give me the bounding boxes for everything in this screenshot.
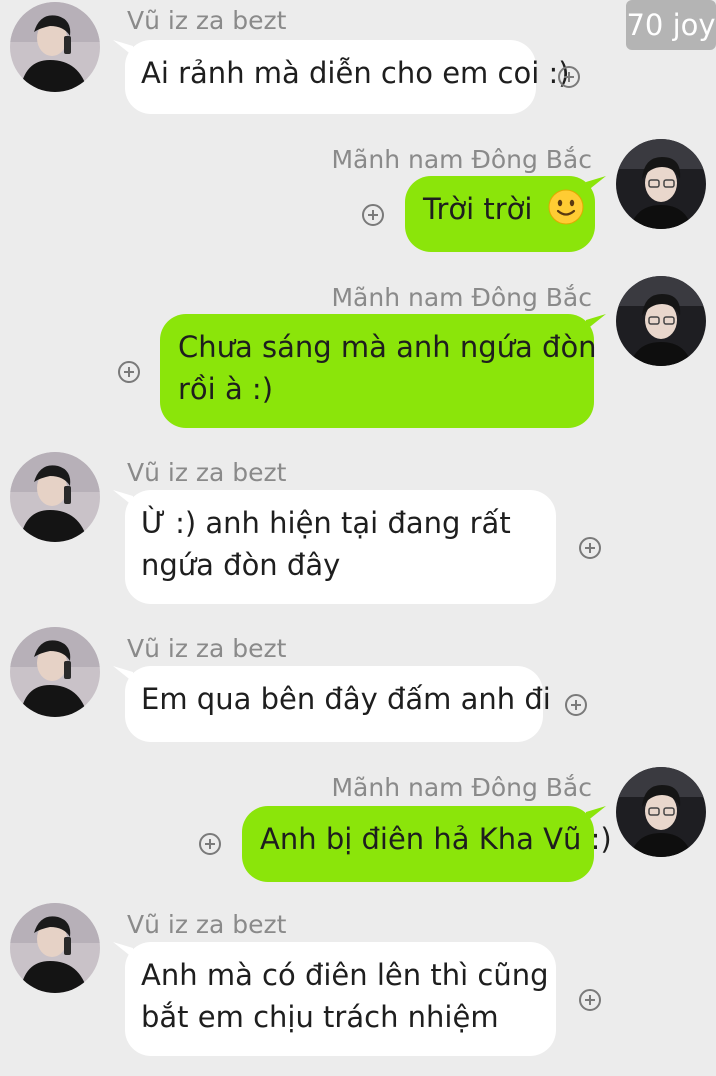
message-bubble[interactable]: Ừ :) anh hiện tại đang rất ngứa đòn đây xyxy=(125,490,556,604)
avatar-manh-nam[interactable] xyxy=(616,767,706,857)
sender-name: Vũ iz za bezt xyxy=(127,6,287,35)
sender-name: Vũ iz za bezt xyxy=(127,910,287,939)
message-text-line: Ừ :) anh hiện tại đang rất xyxy=(141,506,511,540)
avatar-vu[interactable] xyxy=(10,903,100,993)
message-text-line: bắt em chịu trách nhiệm xyxy=(141,1000,499,1034)
message-bubble[interactable]: Ai rảnh mà diễn cho em coi :) xyxy=(125,40,570,114)
add-reaction-icon[interactable] xyxy=(579,989,601,1011)
add-reaction-icon[interactable] xyxy=(362,204,384,226)
avatar-vu[interactable] xyxy=(10,2,100,92)
avatar-vu[interactable] xyxy=(10,452,100,542)
message-text: Trời trời xyxy=(423,192,533,226)
message-text-line: rồi à :) xyxy=(178,372,274,406)
message-text-line: Chưa sáng mà anh ngứa đòn xyxy=(178,330,597,364)
message-bubble[interactable]: Em qua bên đây đấm anh đi xyxy=(125,666,551,742)
add-reaction-icon[interactable] xyxy=(565,694,587,716)
avatar-manh-nam[interactable] xyxy=(616,139,706,229)
message-text: Em qua bên đây đấm anh đi xyxy=(141,682,551,716)
message-bubble[interactable]: Chưa sáng mà anh ngứa đòn rồi à :) xyxy=(160,314,597,428)
sender-name: Vũ iz za bezt xyxy=(127,634,287,663)
watermark-badge: 70 joy xyxy=(626,0,716,50)
sender-name: Mãnh nam Đông Bắc xyxy=(331,145,592,174)
message-text-line: ngứa đòn đây xyxy=(141,548,341,582)
avatar-vu[interactable] xyxy=(10,627,100,717)
add-reaction-icon[interactable] xyxy=(579,537,601,559)
message-bubble[interactable]: Anh mà có điên lên thì cũng bắt em chịu … xyxy=(125,942,556,1056)
message-text: Ai rảnh mà diễn cho em coi :) xyxy=(141,56,570,90)
message-text-line: Anh mà có điên lên thì cũng xyxy=(141,958,549,992)
add-reaction-icon[interactable] xyxy=(118,361,140,383)
slightly-smiling-face-icon xyxy=(548,189,584,225)
sender-name: Mãnh nam Đông Bắc xyxy=(331,773,592,802)
sender-name: Vũ iz za bezt xyxy=(127,458,287,487)
avatar-manh-nam[interactable] xyxy=(616,276,706,366)
sender-name: Mãnh nam Đông Bắc xyxy=(331,283,592,312)
message-bubble[interactable]: Trời trời xyxy=(405,176,595,252)
add-reaction-icon[interactable] xyxy=(199,833,221,855)
message-text: Anh bị điên hả Kha Vũ :) xyxy=(260,822,612,856)
message-bubble[interactable]: Anh bị điên hả Kha Vũ :) xyxy=(242,806,612,882)
add-reaction-icon[interactable] xyxy=(558,66,580,88)
